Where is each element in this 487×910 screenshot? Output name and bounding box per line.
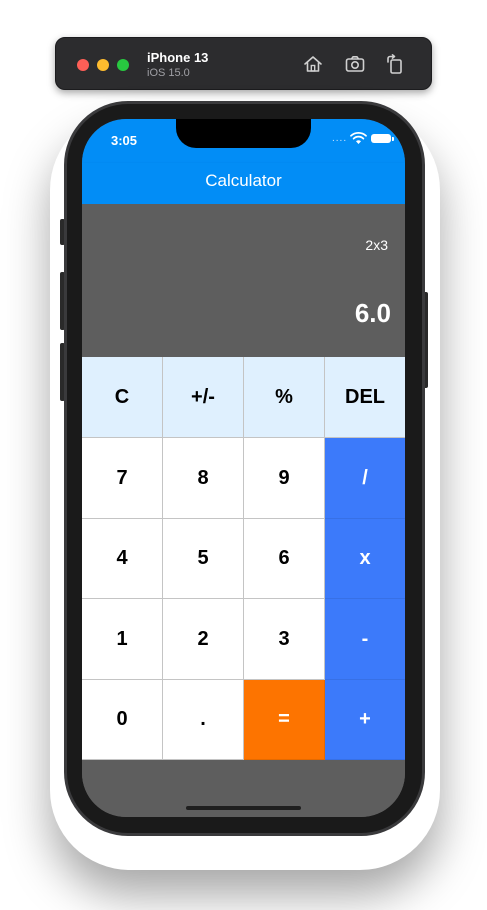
phone-screen: 3:05 .... Calculator 2x3 6.0 C +/- % DEL… bbox=[82, 119, 405, 817]
digit-6-button[interactable]: 6 bbox=[244, 519, 325, 599]
device-name: iPhone 13 bbox=[147, 50, 209, 65]
digit-4-button[interactable]: 4 bbox=[82, 519, 163, 599]
multiply-button[interactable]: x bbox=[325, 519, 405, 599]
screenshot-icon[interactable] bbox=[344, 53, 366, 75]
digit-5-button[interactable]: 5 bbox=[163, 519, 244, 599]
equals-button[interactable]: = bbox=[244, 680, 325, 760]
digit-9-button[interactable]: 9 bbox=[244, 438, 325, 519]
os-version: iOS 15.0 bbox=[147, 67, 190, 79]
divide-button[interactable]: / bbox=[325, 438, 405, 519]
result-text: 6.0 bbox=[354, 298, 391, 328]
status-time: 3:05 bbox=[111, 133, 138, 148]
digit-8-button[interactable]: 8 bbox=[163, 438, 244, 519]
calculator-display: 2x3 6.0 bbox=[82, 204, 405, 357]
home-indicator[interactable] bbox=[186, 806, 301, 810]
delete-button[interactable]: DEL bbox=[325, 357, 405, 438]
battery-icon bbox=[371, 134, 391, 143]
toggle-sign-button[interactable]: +/- bbox=[163, 357, 244, 438]
close-window-button[interactable] bbox=[77, 59, 89, 71]
app-bar-title: Calculator bbox=[82, 163, 405, 204]
home-icon[interactable] bbox=[302, 53, 324, 75]
simulator-title-bar: iPhone 13 iOS 15.0 bbox=[55, 37, 432, 90]
zoom-window-button[interactable] bbox=[117, 59, 129, 71]
rotate-icon[interactable] bbox=[384, 53, 406, 75]
digit-7-button[interactable]: 7 bbox=[82, 438, 163, 519]
decimal-point-button[interactable]: . bbox=[163, 680, 244, 760]
digit-1-button[interactable]: 1 bbox=[82, 599, 163, 680]
wifi-icon bbox=[350, 132, 367, 144]
percent-button[interactable]: % bbox=[244, 357, 325, 438]
minimize-window-button[interactable] bbox=[97, 59, 109, 71]
notch bbox=[176, 119, 311, 148]
battery-tip bbox=[392, 137, 394, 141]
clear-button[interactable]: C bbox=[82, 357, 163, 438]
subtract-button[interactable]: - bbox=[325, 599, 405, 680]
expression-text: 2x3 bbox=[365, 237, 388, 253]
digit-3-button[interactable]: 3 bbox=[244, 599, 325, 680]
add-button[interactable]: + bbox=[325, 680, 405, 760]
keypad: C +/- % DEL 7 8 9 / 4 5 6 x 1 2 3 - 0 . … bbox=[82, 357, 405, 760]
digit-2-button[interactable]: 2 bbox=[163, 599, 244, 680]
digit-0-button[interactable]: 0 bbox=[82, 680, 163, 760]
cellular-signal: .... bbox=[332, 133, 348, 144]
